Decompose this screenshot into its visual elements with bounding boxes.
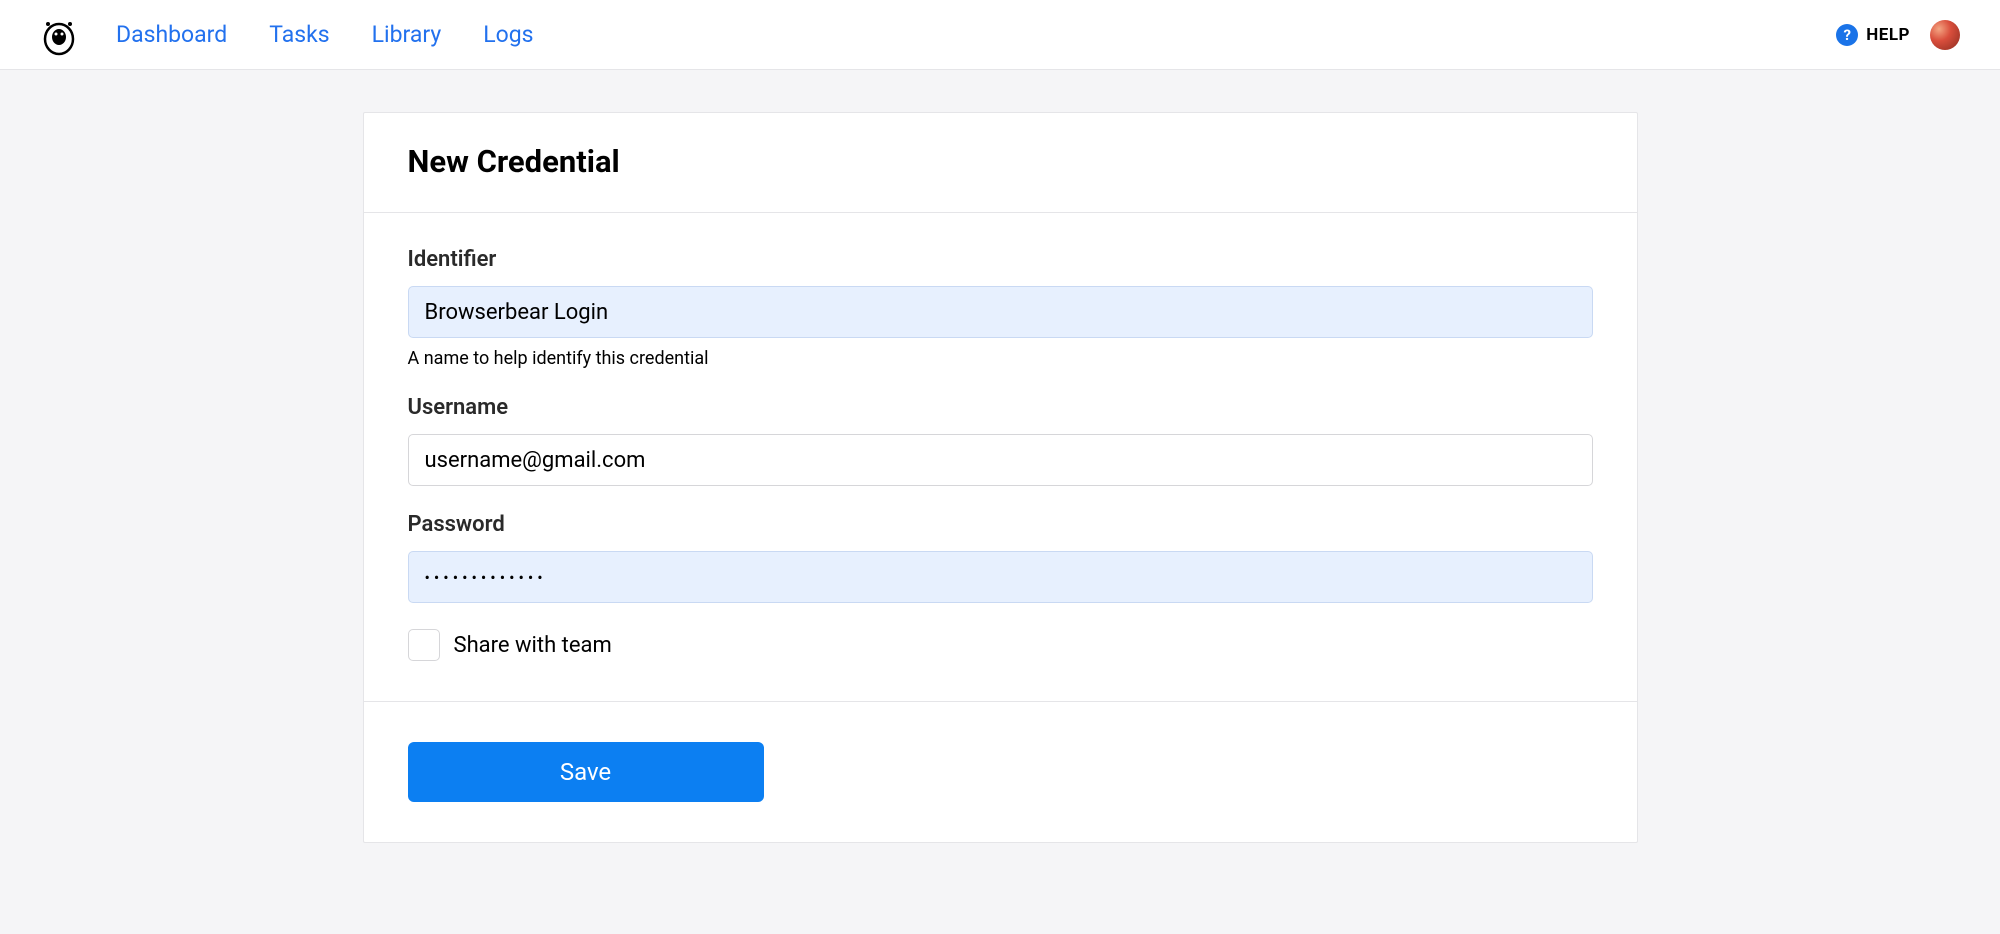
password-label: Password [408,512,1593,537]
username-label: Username [408,395,1593,420]
credential-card: New Credential Identifier A name to help… [363,112,1638,843]
nav-tasks[interactable]: Tasks [269,21,329,48]
nav-dashboard[interactable]: Dashboard [116,21,227,48]
identifier-label: Identifier [408,247,1593,272]
nav-library[interactable]: Library [372,21,442,48]
password-group: Password [408,512,1593,603]
username-group: Username [408,395,1593,486]
nav-left: Dashboard Tasks Library Logs [40,14,534,56]
nav-links: Dashboard Tasks Library Logs [116,21,534,48]
help-button[interactable]: ? HELP [1836,24,1910,46]
card-header: New Credential [364,113,1637,213]
app-logo[interactable] [40,14,78,56]
share-group: Share with team [408,629,1593,661]
identifier-input[interactable] [408,286,1593,338]
identifier-group: Identifier A name to help identify this … [408,247,1593,369]
card-footer: Save [364,701,1637,842]
save-button[interactable]: Save [408,742,764,802]
user-avatar[interactable] [1930,20,1960,50]
nav-logs[interactable]: Logs [483,21,533,48]
main-container: New Credential Identifier A name to help… [343,112,1658,843]
top-navigation: Dashboard Tasks Library Logs ? HELP [0,0,2000,70]
nav-right: ? HELP [1836,20,1960,50]
page-title: New Credential [408,143,1593,180]
bear-logo-icon [40,14,78,56]
username-input[interactable] [408,434,1593,486]
help-icon: ? [1836,24,1858,46]
share-label: Share with team [454,633,612,658]
help-label: HELP [1866,25,1910,45]
card-body: Identifier A name to help identify this … [364,213,1637,701]
password-input[interactable] [408,551,1593,603]
share-checkbox[interactable] [408,629,440,661]
identifier-hint: A name to help identify this credential [408,348,1593,369]
